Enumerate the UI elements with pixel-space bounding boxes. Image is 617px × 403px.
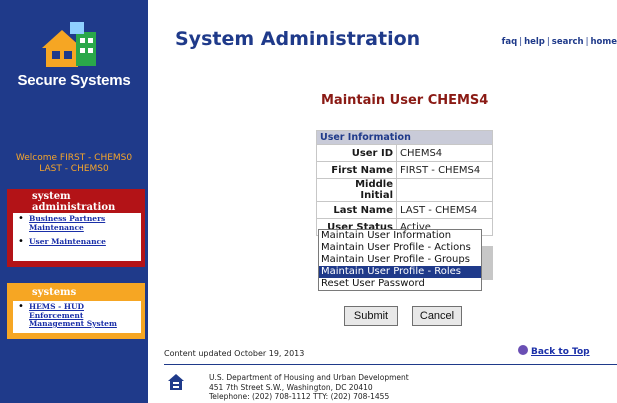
system-administration-header: system administration	[7, 189, 145, 213]
table-row: First Name FIRST - CHEMS4	[316, 161, 493, 179]
admin-links-box: Business Partners Maintenance User Maint…	[13, 213, 141, 261]
back-to-top-label: Back to Top	[531, 347, 590, 357]
left-sidebar: Secure Systems Welcome FIRST - CHEMS0 LA…	[0, 0, 148, 403]
business-partners-maintenance-link[interactable]: Business Partners Maintenance	[29, 214, 105, 232]
middle-initial-label: Middle Initial	[316, 178, 397, 202]
search-link[interactable]: search	[552, 37, 584, 47]
equal-housing-opportunity-icon	[168, 374, 184, 390]
address-line-1: U.S. Department of Housing and Urban Dev…	[209, 373, 409, 382]
systems-link-item: HEMS - HUD Enforcement Management System	[17, 302, 139, 329]
secure-systems-logo-icon	[42, 22, 96, 67]
page-title: Maintain User CHEMS4	[321, 93, 489, 108]
table-header-row: User Information	[316, 130, 493, 145]
content-updated-text: Content updated October 19, 2013	[164, 349, 305, 358]
address-line-2: 451 7th Street S.W., Washington, DC 2041…	[209, 382, 373, 392]
address-line-3: Telephone: (202) 708-1112 TTY: (202) 708…	[209, 392, 390, 401]
back-to-top-link[interactable]: Back to Top	[518, 345, 590, 357]
brand-name: Secure Systems	[17, 72, 131, 89]
welcome-message: Welcome FIRST - CHEMS0 LAST - CHEMS0	[0, 153, 148, 175]
user-maintenance-link[interactable]: User Maintenance	[29, 237, 106, 246]
top-links: faq | help | search | home	[502, 37, 617, 47]
faq-link[interactable]: faq	[502, 37, 518, 47]
action-option-maintain-profile-groups[interactable]: Maintain User Profile - Groups	[319, 254, 481, 266]
separator: |	[519, 37, 523, 47]
table-edge	[482, 246, 493, 280]
first-name-label: First Name	[316, 161, 397, 179]
system-administration-panel: system administration Business Partners …	[7, 189, 145, 267]
home-link[interactable]: home	[590, 37, 617, 47]
systems-header: systems	[32, 287, 77, 298]
submit-button[interactable]: Submit	[344, 306, 398, 326]
app-title: System Administration	[175, 28, 421, 50]
admin-header-line-1: system	[32, 191, 71, 202]
welcome-line-1: Welcome FIRST - CHEMS0	[15, 153, 133, 163]
table-row: Last Name LAST - CHEMS4	[316, 201, 493, 219]
admin-header-line-2: administration	[32, 202, 116, 213]
footer-divider	[164, 364, 617, 365]
action-option-maintain-profile-actions[interactable]: Maintain User Profile - Actions	[319, 242, 481, 254]
action-option-maintain-user-information[interactable]: Maintain User Information	[319, 230, 481, 242]
middle-initial-value	[396, 178, 493, 202]
action-listbox[interactable]: Maintain User Information Maintain User …	[318, 229, 482, 291]
user-information-header: User Information	[316, 130, 493, 145]
hud-address: U.S. Department of Housing and Urban Dev…	[209, 373, 409, 402]
user-information-table: User Information User ID CHEMS4 First Na…	[316, 130, 493, 236]
last-name-value: LAST - CHEMS4	[396, 201, 493, 219]
action-option-maintain-profile-roles[interactable]: Maintain User Profile - Roles	[319, 266, 481, 278]
systems-links-list: HEMS - HUD Enforcement Management System	[13, 301, 141, 329]
cancel-button[interactable]: Cancel	[412, 306, 462, 326]
table-row: User ID CHEMS4	[316, 144, 493, 162]
hems-link[interactable]: HEMS - HUD Enforcement Management System	[29, 302, 117, 328]
admin-link-item: Business Partners Maintenance	[17, 214, 139, 232]
action-option-reset-password[interactable]: Reset User Password	[319, 278, 481, 290]
help-link[interactable]: help	[524, 37, 545, 47]
up-arrow-icon	[518, 345, 528, 355]
user-id-label: User ID	[316, 144, 397, 162]
systems-links-box: HEMS - HUD Enforcement Management System	[13, 301, 141, 333]
admin-links-list: Business Partners Maintenance User Maint…	[13, 213, 141, 247]
last-name-label: Last Name	[316, 201, 397, 219]
first-name-value: FIRST - CHEMS4	[396, 161, 493, 179]
welcome-line-2: LAST - CHEMS0	[39, 164, 109, 174]
separator: |	[546, 37, 550, 47]
admin-link-item: User Maintenance	[17, 237, 139, 247]
separator: |	[585, 37, 589, 47]
user-id-value: CHEMS4	[396, 144, 493, 162]
table-row: Middle Initial	[316, 178, 493, 202]
systems-panel: systems HEMS - HUD Enforcement Managemen…	[7, 283, 145, 339]
